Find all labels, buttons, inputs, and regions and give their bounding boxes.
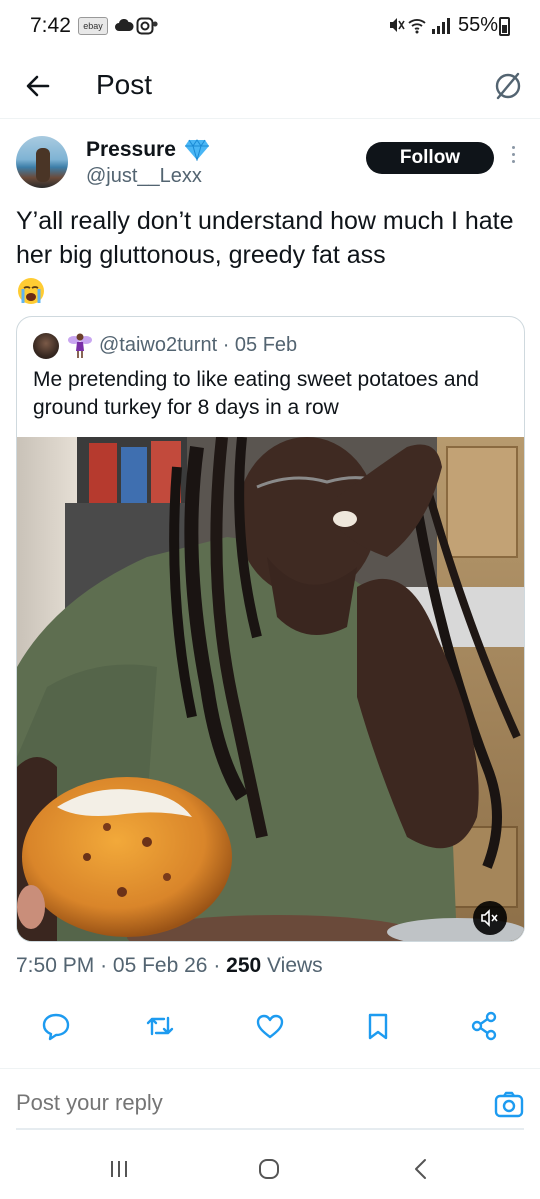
battery-percent: 55% — [458, 14, 499, 36]
author-handle[interactable]: @just__Lexx — [86, 165, 202, 188]
back-arrow-icon[interactable] — [20, 68, 56, 104]
signal-wifi-mute-icons — [390, 18, 450, 34]
blue-diamond-icon — [185, 139, 209, 161]
more-options-icon[interactable] — [508, 146, 518, 168]
post-header: Post — [0, 56, 540, 116]
post-date: 05 Feb 26 — [112, 954, 208, 977]
page-title: Post — [96, 69, 153, 100]
repost-icon[interactable] — [142, 1008, 178, 1044]
views-count[interactable]: 250 — [226, 954, 261, 977]
system-nav-bar — [0, 1140, 540, 1199]
reply-underline — [16, 1128, 524, 1130]
reply-input[interactable] — [16, 1090, 456, 1116]
share-icon[interactable] — [466, 1008, 502, 1044]
post-meta: 7:50 PM · 05 Feb 26 · 250 Views — [16, 954, 323, 977]
cloud-icon — [115, 18, 134, 31]
quoted-text: Me pretending to like eating sweet potat… — [33, 368, 479, 419]
quoted-post[interactable]: @taiwo2turnt · 05 Feb Me pretending to l… — [16, 316, 525, 942]
status-time: 7:42 — [30, 14, 71, 37]
fairy-emoji-icon — [68, 333, 92, 358]
header-divider — [0, 118, 540, 119]
quoted-avatar[interactable] — [33, 333, 59, 359]
quoted-handle[interactable]: @taiwo2turnt · 05 Feb — [99, 334, 297, 357]
battery-icon — [499, 17, 510, 36]
post-time: 7:50 PM — [16, 954, 95, 977]
heart-icon[interactable] — [252, 1008, 288, 1044]
system-back-icon[interactable] — [406, 1154, 436, 1184]
camera-icon[interactable] — [492, 1088, 526, 1122]
post-text: Y’all really don’t understand how much I… — [16, 207, 514, 269]
video-thumbnail — [17, 437, 524, 941]
status-bar: 7:42 ebay • 55% — [0, 0, 540, 52]
quoted-video[interactable] — [17, 437, 524, 941]
loudly-crying-face-icon — [18, 278, 44, 304]
views-label[interactable]: Views — [267, 954, 323, 977]
follow-button[interactable]: Follow — [366, 142, 494, 174]
reply-bubble-icon[interactable] — [38, 1008, 74, 1044]
muted-speaker-icon[interactable] — [473, 901, 507, 935]
author-name[interactable]: Pressure — [86, 138, 176, 162]
grok-icon[interactable] — [490, 68, 526, 104]
author-avatar[interactable] — [16, 136, 68, 188]
ebay-notification-icon: ebay — [78, 17, 108, 35]
reply-divider — [0, 1068, 540, 1069]
bookmark-icon[interactable] — [360, 1008, 396, 1044]
recent-apps-icon[interactable] — [104, 1154, 134, 1184]
notification-dot-icon: • — [152, 14, 159, 34]
home-icon[interactable] — [254, 1154, 284, 1184]
action-bar — [0, 1008, 540, 1048]
